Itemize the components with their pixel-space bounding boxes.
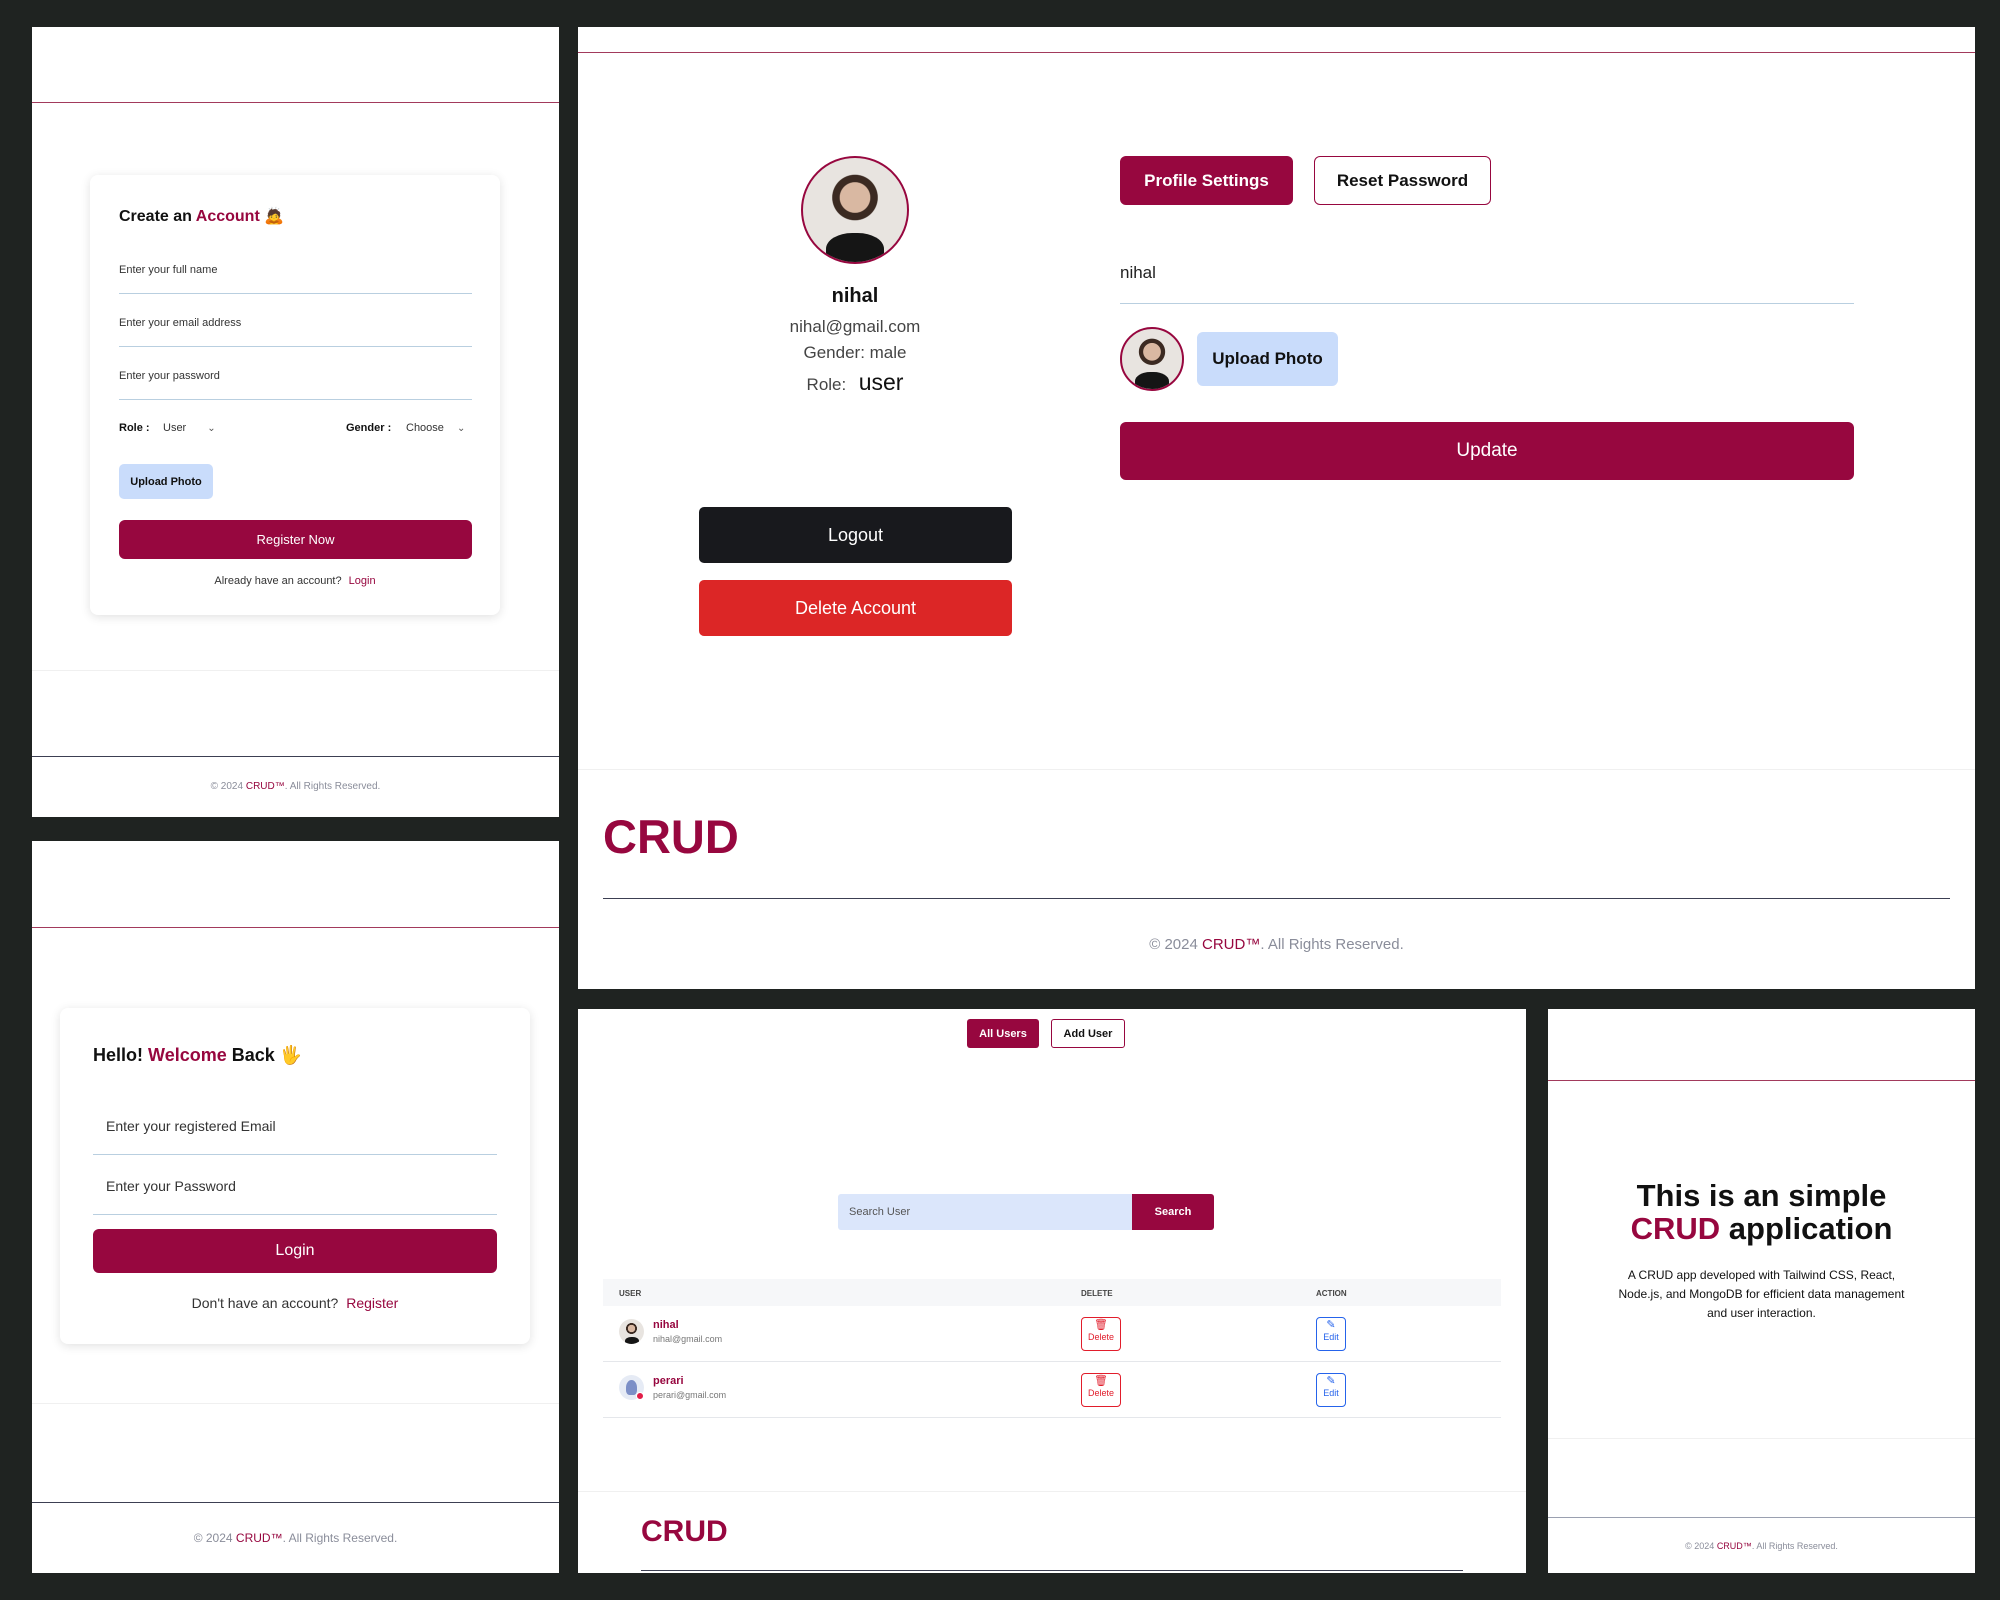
trash-icon: 🗑 — [1094, 1319, 1108, 1331]
footer-divider — [32, 756, 559, 757]
users-panel: All Users Add User Search User Search US… — [578, 1009, 1526, 1573]
login-panel: Hello! Welcome Back 🖐 Enter your registe… — [32, 841, 559, 1573]
footer-brand-logo[interactable]: CRUD — [603, 809, 739, 864]
footer-copyright: © 2024 CRUD™. All Rights Reserved. — [193, 1531, 398, 1545]
gender-label: Gender : — [346, 422, 392, 434]
header-divider — [32, 102, 559, 103]
login-email-field[interactable]: Enter your registered Email — [93, 1118, 497, 1155]
fullname-field[interactable]: Enter your full name — [119, 264, 472, 294]
profile-gender: Gender: male — [803, 343, 907, 362]
search-input[interactable]: Search User — [838, 1194, 1132, 1230]
pencil-icon: ✎ — [1326, 1319, 1336, 1331]
profile-panel: nihal nihal@gmail.com Gender: male Role:… — [578, 27, 1975, 989]
update-button[interactable]: Update — [1120, 422, 1854, 480]
name-input[interactable]: nihal — [1120, 263, 1854, 304]
user-placeholder-icon — [626, 1380, 637, 1395]
footer-divider — [641, 1570, 1463, 1571]
avatar — [619, 1375, 644, 1400]
content-divider — [578, 769, 1975, 770]
upload-photo-button[interactable]: Upload Photo — [119, 464, 213, 499]
user-name: perari — [653, 1375, 684, 1387]
col-action-header: ACTION — [1316, 1289, 1347, 1298]
footer-divider — [1548, 1517, 1975, 1518]
footer-divider — [603, 898, 1950, 899]
user-email: perari@gmail.com — [653, 1390, 727, 1400]
footer-copyright: © 2024 CRUD™. All Rights Reserved. — [210, 781, 381, 792]
tab-reset-password[interactable]: Reset Password — [1314, 156, 1491, 205]
role-select[interactable]: User ⌄ — [163, 422, 216, 434]
hero-heading: This is an simple CRUD application — [1630, 1178, 1893, 1246]
profile-role: Role: user — [806, 369, 904, 395]
user-email: nihal@gmail.com — [653, 1334, 723, 1344]
col-delete-header: DELETE — [1081, 1289, 1113, 1298]
edit-user-button[interactable]: ✎ Edit — [1316, 1373, 1346, 1407]
register-link[interactable]: Register — [346, 1295, 398, 1311]
login-link[interactable]: Login — [349, 575, 376, 587]
gender-select[interactable]: Choose ⌄ — [406, 422, 465, 434]
chevron-down-icon: ⌄ — [207, 423, 216, 434]
register-prompt: Don't have an account? Register — [191, 1295, 399, 1311]
avatar — [619, 1319, 644, 1344]
register-card: Create an Account 🙇 Enter your full name… — [90, 175, 500, 615]
hero-description: A CRUD app developed with Tailwind CSS, … — [1618, 1268, 1905, 1320]
col-user-header: USER — [619, 1289, 642, 1298]
register-button[interactable]: Register Now — [119, 520, 472, 559]
login-card: Hello! Welcome Back 🖐 Enter your registe… — [60, 1008, 530, 1344]
footer-brand-logo[interactable]: CRUD — [641, 1515, 728, 1549]
content-divider — [32, 1403, 559, 1404]
profile-avatar — [801, 156, 909, 264]
chevron-down-icon: ⌄ — [456, 423, 466, 434]
header-divider — [578, 52, 1975, 53]
footer-divider — [32, 1502, 559, 1503]
profile-name: nihal — [831, 285, 879, 307]
search-button[interactable]: Search — [1132, 1194, 1214, 1230]
table-row: perari perari@gmail.com 🗑 Delete ✎ Edit — [603, 1362, 1501, 1418]
footer-copyright: © 2024 CRUD™. All Rights Reserved. — [1685, 1541, 1838, 1551]
delete-user-button[interactable]: 🗑 Delete — [1081, 1317, 1121, 1351]
tab-profile-settings[interactable]: Profile Settings — [1120, 156, 1293, 205]
trash-icon: 🗑 — [1094, 1375, 1108, 1387]
user-name: nihal — [653, 1319, 679, 1331]
logout-button[interactable]: Logout — [699, 507, 1012, 563]
login-password-field[interactable]: Enter your Password — [93, 1178, 497, 1215]
tab-add-user[interactable]: Add User — [1051, 1019, 1125, 1048]
register-title: Create an Account 🙇 — [119, 208, 285, 225]
profile-photo-thumbnail — [1120, 327, 1184, 391]
edit-user-button[interactable]: ✎ Edit — [1316, 1317, 1346, 1351]
delete-account-button[interactable]: Delete Account — [699, 580, 1012, 636]
table-header: USER DELETE ACTION — [603, 1279, 1501, 1306]
table-row: nihal nihal@gmail.com 🗑 Delete ✎ Edit — [603, 1306, 1501, 1362]
password-field[interactable]: Enter your password — [119, 370, 472, 400]
content-divider — [578, 1491, 1526, 1492]
status-dot-icon — [636, 1392, 644, 1400]
content-divider — [32, 670, 559, 671]
about-panel: This is an simple CRUD application A CRU… — [1548, 1009, 1975, 1573]
login-button[interactable]: Login — [93, 1229, 497, 1273]
header-divider — [1548, 1080, 1975, 1081]
role-label: Role : — [119, 422, 150, 434]
footer-copyright: © 2024 CRUD™. All Rights Reserved. — [1149, 936, 1404, 953]
email-field[interactable]: Enter your email address — [119, 317, 472, 347]
pencil-icon: ✎ — [1326, 1375, 1336, 1387]
content-divider — [1548, 1438, 1975, 1439]
header-divider — [32, 927, 559, 928]
tab-all-users[interactable]: All Users — [967, 1019, 1039, 1048]
register-panel: Create an Account 🙇 Enter your full name… — [32, 27, 559, 817]
profile-email: nihal@gmail.com — [789, 317, 921, 336]
login-prompt: Already have an account? Login — [214, 575, 376, 587]
delete-user-button[interactable]: 🗑 Delete — [1081, 1373, 1121, 1407]
upload-photo-button[interactable]: Upload Photo — [1197, 332, 1338, 386]
login-title: Hello! Welcome Back 🖐 — [93, 1045, 303, 1065]
